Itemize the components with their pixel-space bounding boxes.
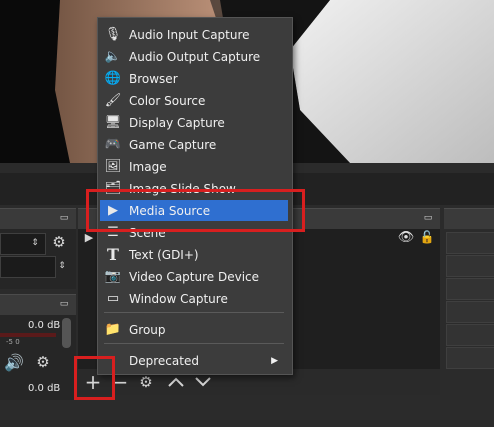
menu-item-text-gdi[interactable]: T Text (GDI+) xyxy=(100,244,288,265)
paintbrush-icon: 🖌 xyxy=(104,93,122,108)
menu-item-window-capture[interactable]: ▭ Window Capture xyxy=(100,288,288,309)
speaker-icon: 🔈 xyxy=(104,49,122,64)
globe-icon: 🌐 xyxy=(104,71,122,86)
mixer-gear-icon[interactable]: ⚙ xyxy=(32,352,54,372)
control-button[interactable] xyxy=(446,232,494,254)
move-down-chevron-icon[interactable] xyxy=(193,372,213,392)
menu-item-label: Text (GDI+) xyxy=(129,247,199,262)
menu-item-label: Display Capture xyxy=(129,115,225,130)
camera-icon: 📷 xyxy=(104,269,122,284)
menu-item-browser[interactable]: 🌐 Browser xyxy=(100,68,288,89)
menu-item-label: Group xyxy=(129,322,166,337)
control-button[interactable] xyxy=(446,278,494,300)
annotation-highlight-add-button xyxy=(74,356,115,400)
meter-scale: -5 0 xyxy=(6,338,20,346)
menu-item-group[interactable]: 📁 Group xyxy=(100,319,288,340)
move-up-chevron-icon[interactable] xyxy=(166,372,186,392)
control-button[interactable] xyxy=(446,255,494,277)
menu-item-audio-input-capture[interactable]: 🎙 Audio Input Capture xyxy=(100,24,288,45)
menu-item-label: Deprecated xyxy=(129,353,199,368)
lock-icon[interactable]: 🔓 xyxy=(419,229,435,245)
menu-item-label: Video Capture Device xyxy=(129,269,260,284)
control-button[interactable] xyxy=(446,301,494,323)
menu-separator xyxy=(104,312,284,313)
mixer-scrollbar[interactable] xyxy=(62,318,71,348)
mute-speaker-icon[interactable]: 🔊 xyxy=(2,352,26,372)
menu-item-deprecated[interactable]: Deprecated ▶ xyxy=(100,350,288,371)
controls-dock-header xyxy=(444,208,494,229)
menu-item-label: Game Capture xyxy=(129,137,217,152)
menu-separator xyxy=(104,343,284,344)
mixer-dock-header: ▭ xyxy=(0,208,76,229)
menu-item-video-capture-device[interactable]: 📷 Video Capture Device xyxy=(100,266,288,287)
gamepad-icon: 🎮 xyxy=(104,137,122,152)
image-icon: 🖼 xyxy=(104,159,122,174)
audio-mixer-header: ▭ xyxy=(0,294,76,315)
control-button[interactable] xyxy=(446,347,494,369)
mixer-level-top: 0.0 dB xyxy=(28,320,61,331)
text-icon: T xyxy=(107,245,119,264)
stepper-arrows-icon[interactable]: ⇕ xyxy=(55,256,69,276)
annotation-highlight-media-source xyxy=(86,189,305,232)
control-button[interactable] xyxy=(446,324,494,346)
menu-item-label: Image xyxy=(129,159,167,174)
monitor-icon: 🖥 xyxy=(104,115,122,130)
menu-item-audio-output-capture[interactable]: 🔈 Audio Output Capture xyxy=(100,46,288,67)
window-icon: ▭ xyxy=(106,291,120,306)
menu-item-game-capture[interactable]: 🎮 Game Capture xyxy=(100,134,288,155)
menu-item-label: Audio Input Capture xyxy=(129,27,250,42)
source-properties-gear-icon[interactable]: ⚙ xyxy=(136,372,156,392)
folder-icon: 📁 xyxy=(104,322,122,337)
gear-icon[interactable]: ⚙ xyxy=(49,232,69,252)
menu-item-color-source[interactable]: 🖌 Color Source xyxy=(100,90,288,111)
float-dock-icon[interactable]: ▭ xyxy=(58,298,70,310)
spinbox-arrows-icon[interactable]: ⇕ xyxy=(27,233,43,253)
float-dock-icon[interactable]: ▭ xyxy=(422,212,434,224)
submenu-arrow-icon: ▶ xyxy=(271,355,278,366)
secondary-field[interactable] xyxy=(0,256,56,278)
volume-meter xyxy=(0,333,56,337)
visibility-eye-icon[interactable]: 👁 xyxy=(397,229,415,245)
menu-item-image[interactable]: 🖼 Image xyxy=(100,156,288,177)
float-dock-icon[interactable]: ▭ xyxy=(58,212,70,224)
menu-item-label: Window Capture xyxy=(129,291,228,306)
menu-item-label: Audio Output Capture xyxy=(129,49,261,64)
microphone-icon: 🎙 xyxy=(104,27,122,42)
menu-item-label: Browser xyxy=(129,71,178,86)
mixer-level-bottom: 0.0 dB xyxy=(28,383,61,394)
menu-item-display-capture[interactable]: 🖥 Display Capture xyxy=(100,112,288,133)
menu-item-label: Color Source xyxy=(129,93,206,108)
